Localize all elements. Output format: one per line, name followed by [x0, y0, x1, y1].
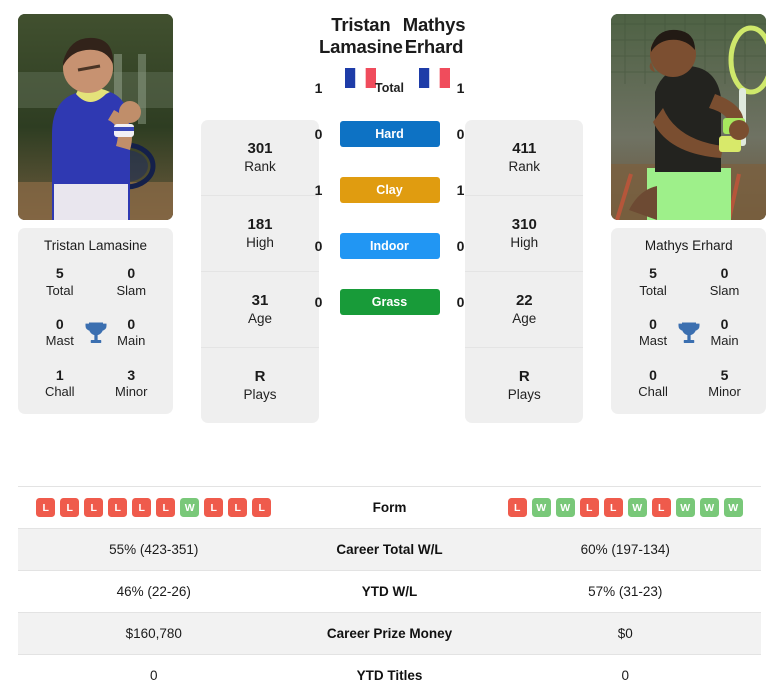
right-titles-total: 5 Total [617, 265, 689, 299]
right-titles-chall-label: Chall [638, 384, 668, 399]
head-to-head-column: Tristan Lamasine Mathys Erhard 1 Total 1… [315, 14, 466, 315]
h2h-clay-left: 1 [314, 182, 323, 198]
right-career-wl-value: 60% (197-134) [580, 542, 670, 557]
surface-badge-grass[interactable]: Grass [339, 289, 440, 315]
h2h-grass-right: 0 [456, 294, 465, 310]
right-titles-total-label: Total [639, 282, 667, 298]
form-badge-loss: L [36, 498, 56, 517]
form-badge-win: W [627, 498, 647, 517]
left-ytd-wl-value: 46% (22-26) [116, 584, 191, 599]
trophy-icon [82, 319, 110, 347]
row-label-ytd-wl: YTD W/L [361, 584, 418, 599]
right-titles-slam-label: Slam [709, 282, 740, 298]
left-plays-value: R [254, 367, 266, 385]
right-ytd-titles-value: 0 [621, 668, 629, 683]
form-badge-loss: L [108, 498, 128, 517]
surface-badge-indoor[interactable]: Indoor [339, 233, 440, 259]
form-badge-loss: L [60, 498, 80, 517]
h2h-total-label: Total [375, 81, 404, 95]
right-career-prize-value: $0 [617, 626, 633, 641]
left-titles-minor-value: 3 [127, 366, 136, 383]
right-plays-label: Plays [507, 387, 541, 403]
right-form-strip: LWWLLWLWWW [507, 498, 743, 517]
form-badge-win: W [723, 498, 743, 517]
form-badge-win: W [675, 498, 695, 517]
form-badge-win: W [180, 498, 200, 517]
form-badge-win: W [555, 498, 575, 517]
form-badge-loss: L [507, 498, 527, 517]
form-badge-loss: L [579, 498, 599, 517]
right-titles-minor-label: Minor [708, 384, 741, 399]
h2h-surface-indoor-row: 0 Indoor 0 [0, 232, 779, 260]
right-stat-plays: R Plays [465, 348, 583, 423]
form-badge-win: W [531, 498, 551, 517]
right-player-photo[interactable] [611, 14, 767, 220]
h2h-hard-left: 0 [314, 126, 323, 142]
right-ytd-wl-value: 57% (31-23) [588, 584, 663, 599]
left-player-first-name: Tristan [331, 14, 391, 35]
form-badge-loss: L [84, 498, 104, 517]
row-label-form: Form [372, 500, 407, 515]
right-titles-chall-value: 0 [649, 366, 657, 383]
left-titles-minor-label: Minor [114, 384, 148, 399]
right-titles-slam-value: 0 [720, 265, 729, 281]
trophy-icon [675, 319, 703, 347]
left-titles-minor: 3 Minor [96, 367, 168, 401]
right-titles-slam: 0 Slam [689, 265, 761, 299]
left-titles-chall-value: 1 [55, 366, 64, 383]
h2h-hard-right: 0 [456, 126, 465, 142]
left-titles-chall: 1 Chall [24, 367, 96, 401]
left-stat-plays: R Plays [201, 348, 319, 423]
right-form-cell: LWWLLWLWWW [490, 498, 762, 517]
surface-badge-hard[interactable]: Hard [339, 121, 440, 147]
left-career-wl-value: 55% (423-351) [109, 542, 199, 557]
row-label-career-prize: Career Prize Money [326, 626, 453, 641]
table-row-ytd-titles: 0 YTD Titles 0 [18, 655, 761, 696]
left-plays-label: Plays [243, 387, 277, 403]
h2h-indoor-left: 0 [314, 238, 323, 254]
form-badge-loss: L [252, 498, 272, 517]
h2h-indoor-right: 0 [456, 238, 465, 254]
right-titles-chall: 0 Chall [617, 367, 689, 401]
form-badge-win: W [699, 498, 719, 517]
left-titles-chall-label: Chall [44, 384, 75, 399]
left-career-prize-value: $160,780 [125, 626, 182, 641]
right-plays-value: R [518, 367, 530, 385]
right-player-last-name: Erhard [404, 35, 464, 57]
form-badge-loss: L [603, 498, 623, 517]
right-titles-minor: 5 Minor [689, 367, 761, 401]
comparison-table: LLLLLLWLLL Form LWWLLWLWWW 55% (423-351)… [18, 486, 761, 696]
table-row-form: LLLLLLWLLL Form LWWLLWLWWW [18, 487, 761, 529]
table-row-career-prize: $160,780 Career Prize Money $0 [18, 613, 761, 655]
right-player-first-name: Mathys [402, 14, 466, 35]
comparison-header: Tristan Lamasine 5 Total 0 Slam 0 Mast 0… [0, 0, 779, 423]
row-label-ytd-titles: YTD Titles [356, 668, 423, 683]
left-player-last-name: Lamasine [319, 35, 403, 57]
player-comparison-page: Tristan Lamasine 5 Total 0 Slam 0 Mast 0… [0, 0, 779, 699]
h2h-total-right: 1 [456, 80, 465, 96]
form-badge-loss: L [132, 498, 152, 517]
form-badge-loss: L [204, 498, 224, 517]
table-row-career-wl: 55% (423-351) Career Total W/L 60% (197-… [18, 529, 761, 571]
h2h-grass-left: 0 [314, 294, 323, 310]
right-player-column: Mathys Erhard 5 Total 0 Slam 0 Mast 0 Ma… [611, 14, 767, 415]
form-badge-loss: L [651, 498, 671, 517]
h2h-clay-right: 1 [456, 182, 465, 198]
left-form-strip: LLLLLLWLLL [36, 498, 272, 517]
left-form-cell: LLLLLLWLLL [18, 498, 290, 517]
row-label-career-wl: Career Total W/L [336, 542, 443, 557]
surface-badge-clay[interactable]: Clay [339, 177, 440, 203]
form-badge-loss: L [228, 498, 248, 517]
table-row-ytd-wl: 46% (22-26) YTD W/L 57% (31-23) [18, 571, 761, 613]
h2h-total-left: 1 [314, 80, 323, 96]
right-titles-minor-value: 5 [720, 366, 729, 383]
form-badge-loss: L [156, 498, 176, 517]
right-titles-total-value: 5 [649, 265, 657, 281]
left-ytd-titles-value: 0 [149, 668, 158, 683]
right-titles-grid: 5 Total 0 Slam 0 Mast 0 Main 0 Chall 5 M… [617, 265, 760, 400]
